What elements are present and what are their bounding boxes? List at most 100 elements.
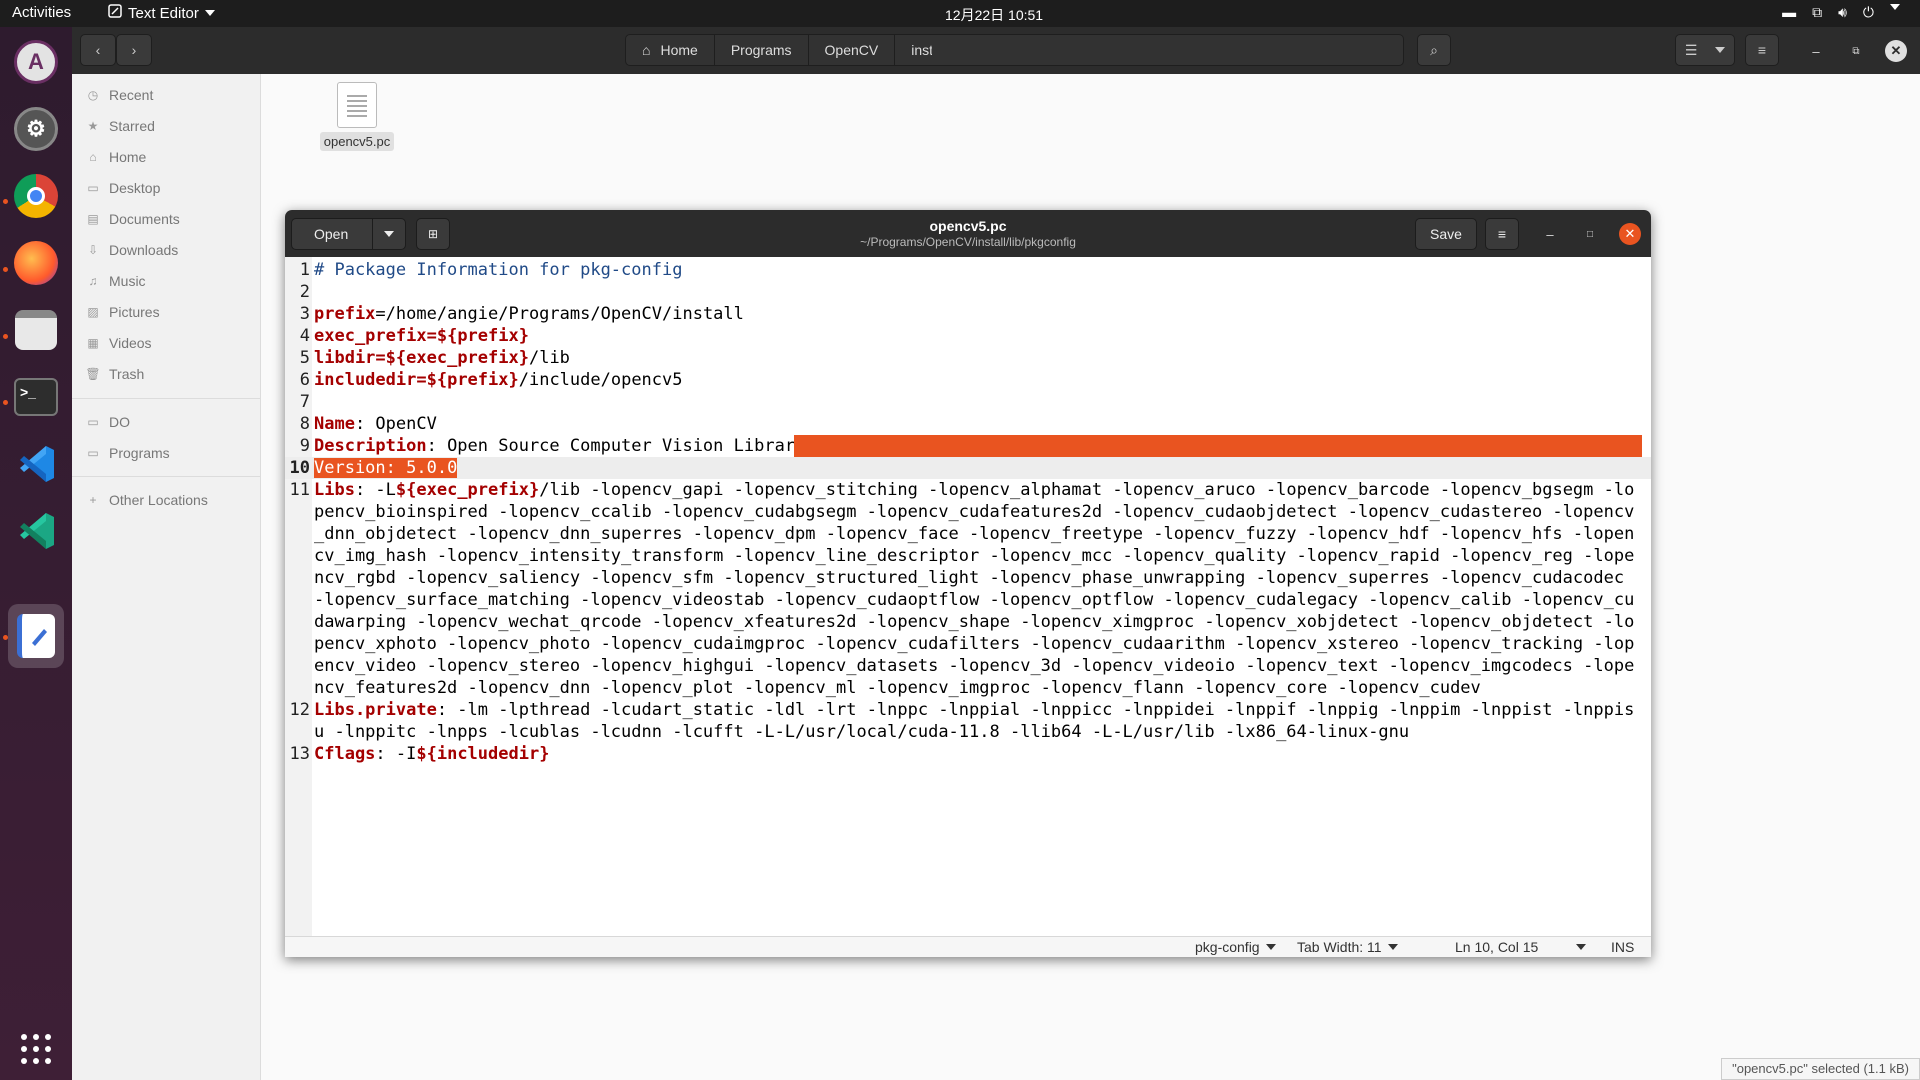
sidebar-item-home[interactable]: ⌂ Home <box>72 142 261 172</box>
text-editor-icon <box>17 614 55 658</box>
dock: A ⚙ >_ <box>0 27 72 1080</box>
settings-launcher[interactable]: ⚙ <box>8 101 64 157</box>
vscode-launcher[interactable] <box>8 436 64 492</box>
firefox-launcher[interactable] <box>8 235 64 291</box>
selection-status: "opencv5.pc" selected (1.1 kB) <box>1721 1058 1920 1080</box>
insert-mode-indicator[interactable]: INS <box>1611 939 1634 955</box>
restore-button[interactable]: ⧉ <box>1845 40 1867 62</box>
language-label: pkg-config <box>1195 939 1260 955</box>
cursor-position-selector[interactable]: Ln 10, Col 15 <box>1455 939 1587 955</box>
divider <box>72 476 261 477</box>
sidebar-item-downloads[interactable]: ⇩ Downloads <box>72 235 261 265</box>
sidebar-item-trash[interactable]: 🗑︎ Trash <box>72 359 261 389</box>
divider <box>72 398 261 399</box>
sidebar-item-other-locations[interactable]: + Other Locations <box>72 485 261 515</box>
view-options-button[interactable]: ☰ <box>1675 34 1735 66</box>
text-editor-icon <box>108 4 122 22</box>
code-line: 11 Libs: -L${exec_prefix}/lib -lopencv_ga… <box>285 479 1651 699</box>
code-line: 8 Name: OpenCV <box>285 413 1651 435</box>
sidebar-item-label: Starred <box>109 118 155 134</box>
sidebar-item-label: Desktop <box>109 180 161 196</box>
code-line: 7 <box>285 391 1651 413</box>
chevron-down-icon <box>1715 47 1726 53</box>
file-manager-headerbar: ‹ › ⌂Home Programs OpenCV install lib pk… <box>72 27 1920 74</box>
variable-key: exec_prefix <box>314 326 427 346</box>
app-menu[interactable]: Text Editor <box>108 4 215 22</box>
tab-width-selector[interactable]: Tab Width: 11 <box>1297 939 1398 955</box>
hamburger-menu-button[interactable]: ≡ <box>1485 218 1519 250</box>
code-line-current: 10 Version: 5.0.0 <box>285 457 1651 479</box>
sidebar-bookmark-do[interactable]: ▭ DO <box>72 407 261 437</box>
text-editor-launcher[interactable] <box>8 604 64 668</box>
folder-icon: ▭ <box>87 446 99 460</box>
close-button[interactable]: ✕ <box>1619 223 1641 245</box>
line-number: 12 <box>289 700 310 720</box>
close-button[interactable]: ✕ <box>1885 40 1907 62</box>
minimize-button[interactable]: – <box>1539 223 1561 245</box>
cursor-position-label: Ln 10, Col 15 <box>1455 939 1539 955</box>
line-number: 3 <box>299 304 310 324</box>
variable-reference: ${prefix} <box>426 370 519 390</box>
field-value-selected: : 5.0.0 <box>385 458 458 478</box>
code-line: 4 exec_prefix=${prefix} <box>285 325 1651 347</box>
text-view[interactable]: 1 # Package Information for pkg-config 2 … <box>285 257 1651 936</box>
vscode-insiders-launcher[interactable] <box>8 503 64 559</box>
top-bar: Activities Text Editor 12月22日 10:51 ▬ ⧉ … <box>0 0 1920 27</box>
maximize-button[interactable]: □ <box>1579 223 1601 245</box>
search-button[interactable]: ⌕ <box>1417 34 1451 66</box>
sidebar-item-videos[interactable]: ▦ Videos <box>72 328 261 358</box>
path-label: Home <box>660 42 698 58</box>
line-number: 9 <box>299 436 310 456</box>
line-number: 11 <box>289 480 310 500</box>
line-number: 4 <box>299 326 310 346</box>
sidebar-item-music[interactable]: ♫ Music <box>72 266 261 296</box>
minimize-button[interactable]: – <box>1805 40 1827 62</box>
line-number: 10 <box>289 458 310 478</box>
chevron-down-icon <box>1265 944 1276 950</box>
path-opencv[interactable]: OpenCV <box>809 35 896 65</box>
file-item[interactable]: opencv5.pc <box>317 82 397 151</box>
vscode-insiders-icon <box>14 509 58 553</box>
sidebar-item-recent[interactable]: ◷ Recent <box>72 80 261 110</box>
keyboard-icon: ▬ <box>1782 4 1797 20</box>
music-icon: ♫ <box>88 274 98 288</box>
chevron-down-icon <box>1576 944 1587 950</box>
chrome-launcher[interactable] <box>8 168 64 224</box>
sidebar-item-documents[interactable]: ▤ Documents <box>72 204 261 234</box>
line-number: 7 <box>299 392 310 412</box>
ubuntu-software-launcher[interactable]: A <box>8 34 64 90</box>
hamburger-menu-button[interactable]: ≡ <box>1745 34 1779 66</box>
show-applications-button[interactable] <box>8 1021 64 1077</box>
activities-button[interactable]: Activities <box>12 4 71 21</box>
sidebar-item-desktop[interactable]: ▭ Desktop <box>72 173 261 203</box>
sidebar-item-pictures[interactable]: ▨ Pictures <box>72 297 261 327</box>
field-key: Cflags <box>314 744 376 764</box>
file-name: opencv5.pc <box>319 132 395 151</box>
terminal-launcher[interactable]: >_ <box>8 369 64 425</box>
editor-headerbar: Open ⊞ opencv5.pc ~/Programs/OpenCV/inst… <box>285 210 1651 257</box>
clock[interactable]: 12月22日 10:51 <box>945 5 1043 25</box>
chevron-down-icon <box>204 10 215 16</box>
back-button[interactable]: ‹ <box>80 34 116 66</box>
field-key: Description <box>314 436 427 456</box>
folder-icon: ▭ <box>87 415 99 429</box>
sidebar-item-label: Home <box>109 149 147 165</box>
field-value: : OpenCV <box>354 414 437 434</box>
forward-button[interactable]: › <box>116 34 152 66</box>
path-programs[interactable]: Programs <box>715 35 809 65</box>
line-number: 2 <box>299 282 310 302</box>
empty-line <box>312 281 1640 303</box>
sidebar-item-label: Programs <box>109 445 170 461</box>
language-selector[interactable]: pkg-config <box>1195 939 1276 955</box>
line-number: 6 <box>299 370 310 390</box>
path-home[interactable]: ⌂ Home <box>626 35 715 65</box>
save-button[interactable]: Save <box>1415 218 1477 250</box>
sidebar-item-starred[interactable]: ★ Starred <box>72 111 261 141</box>
variable-reference: ${includedir} <box>416 744 550 764</box>
files-launcher[interactable] <box>8 302 64 358</box>
system-tray[interactable]: ▬ ⧉ 🔊︎ ⏻ <box>1782 4 1900 21</box>
code-line: 5 libdir=${exec_prefix}/lib <box>285 347 1651 369</box>
sidebar-bookmark-programs[interactable]: ▭ Programs <box>72 438 261 468</box>
files-icon <box>15 310 57 350</box>
variable-reference: ${prefix} <box>436 326 529 346</box>
